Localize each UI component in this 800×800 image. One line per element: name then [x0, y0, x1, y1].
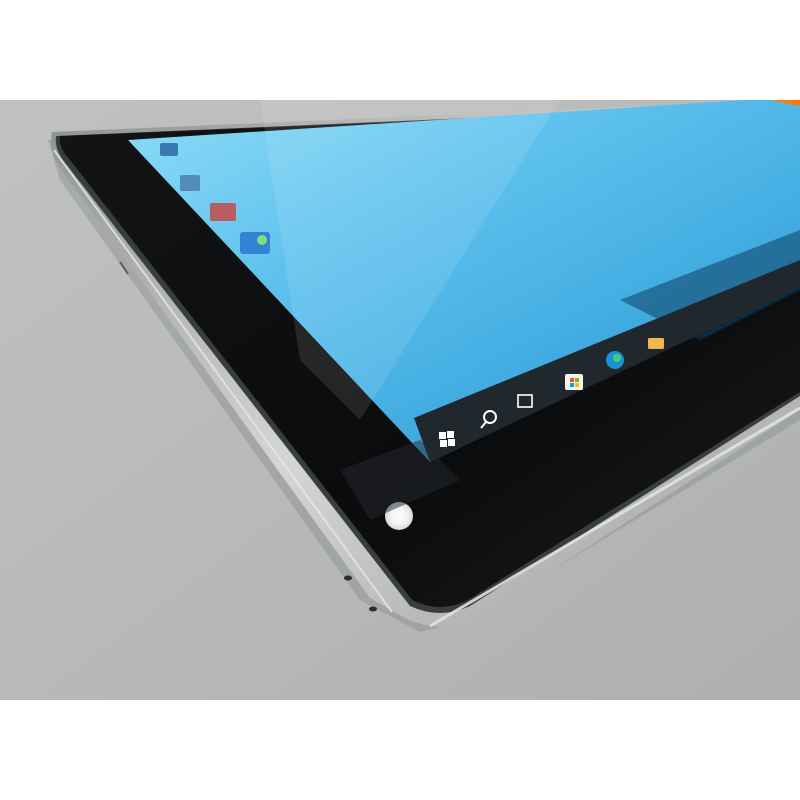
- desktop-icon-recycle-bin[interactable]: [180, 175, 200, 191]
- taskbar-edge-browser[interactable]: [606, 351, 624, 369]
- desktop-icon-control-panel[interactable]: [240, 232, 270, 254]
- folder-icon: [648, 338, 664, 349]
- page-bottom-margin: [0, 700, 800, 800]
- recycle-bin-icon: [180, 175, 200, 191]
- monitor-icon: [160, 143, 178, 156]
- desktop-icon-this-pc[interactable]: [160, 143, 178, 156]
- desktop-icon-photo-file[interactable]: [210, 203, 236, 221]
- taskbar-store-app[interactable]: [565, 374, 583, 390]
- control-panel-badge-icon: [257, 235, 267, 245]
- image-file-icon: [210, 203, 236, 221]
- photo-stage: [0, 0, 800, 800]
- taskbar-file-explorer[interactable]: [648, 338, 664, 349]
- side-port-2: [369, 606, 377, 612]
- side-port-1: [344, 575, 352, 581]
- tablet-photo: [0, 0, 800, 800]
